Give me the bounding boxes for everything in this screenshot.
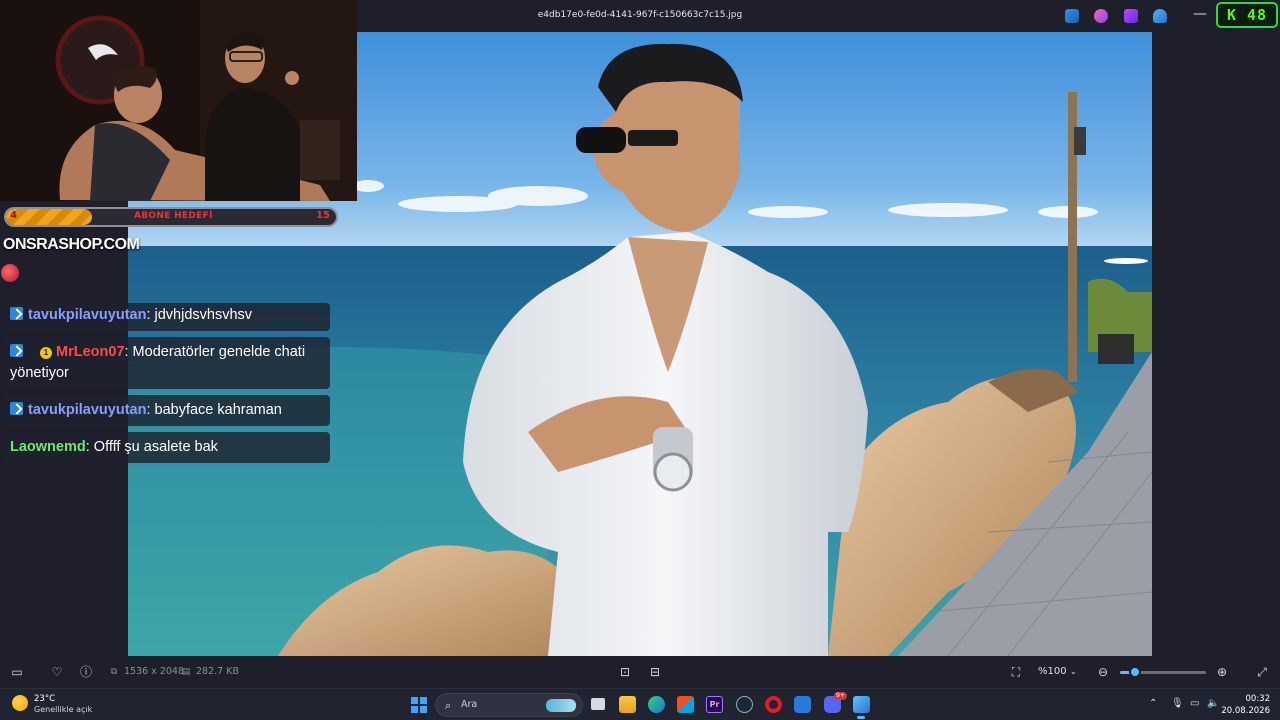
- zoom-level: %100: [1038, 666, 1067, 677]
- chat-username: Laownemd: [10, 439, 86, 455]
- edge-browser-icon[interactable]: [648, 696, 665, 713]
- chat-username: tavukpilavuyutan: [28, 402, 147, 418]
- viewer-toolbar: ▭ ♡ ⓘ ⧉ 1536 x 2048 ▤ 282.7 KB ⊡ ⊟ ⛶ %10…: [0, 656, 1280, 688]
- windows-logo-tile: [411, 706, 418, 713]
- heart-emote-icon: [1, 264, 19, 282]
- kick-icon: [10, 344, 23, 357]
- sub-goal-bar: 4 ABONE HEDEFİ 15: [4, 207, 338, 227]
- search-placeholder: Ara: [461, 699, 478, 710]
- chat-message: Laownemd: Offff şu asalete bak: [4, 432, 330, 463]
- shop-banner: ONSRASHOP.COM: [3, 236, 140, 253]
- store-icon[interactable]: [677, 696, 694, 713]
- start-button[interactable]: [411, 697, 427, 713]
- display-icon[interactable]: ▭: [1190, 698, 1199, 710]
- steam-icon[interactable]: [736, 696, 753, 713]
- pin-icon[interactable]: [1065, 9, 1079, 23]
- video-editor-icon[interactable]: [1124, 9, 1138, 23]
- clock-date[interactable]: 20.08.2026: [1210, 706, 1270, 716]
- photos-app-icon[interactable]: [853, 696, 870, 713]
- weather-description[interactable]: Genellikle açık: [34, 705, 92, 714]
- chat-text: : Offff şu asalete bak: [85, 439, 218, 455]
- file-explorer-icon[interactable]: [619, 696, 636, 713]
- chat-text: : Moderatörler genelde chati yönetiyor: [10, 344, 306, 381]
- favorite-icon[interactable]: ♡: [50, 665, 64, 679]
- fullscreen-icon[interactable]: ⤢: [1255, 665, 1269, 679]
- search-highlight-icon: [546, 699, 576, 712]
- filmstrip-icon[interactable]: ▭: [10, 665, 24, 679]
- file-size: 282.7 KB: [196, 666, 239, 677]
- microphone-icon[interactable]: 🎙: [1171, 698, 1184, 710]
- kick-icon: [10, 307, 23, 320]
- zoom-level-dropdown[interactable]: %100 ⌄: [1030, 662, 1086, 682]
- webcam-overlay: [0, 0, 357, 201]
- chat-message: tavukpilavuyutan: jdvhjdsvhsvhsv: [4, 303, 330, 331]
- chat-username: tavukpilavuyutan: [28, 307, 147, 323]
- clock-time[interactable]: 00:32: [1220, 694, 1271, 704]
- dimensions-icon: ⧉: [110, 667, 118, 677]
- sub-goal-label: ABONE HEDEFİ: [134, 211, 213, 221]
- window-title: e4db17e0-fe0d-4141-967f-c150663c7c15.jpg: [537, 10, 743, 20]
- discord-notification-badge: 9+: [834, 692, 847, 700]
- chevron-up-icon[interactable]: ⌃: [1149, 698, 1157, 710]
- windows-logo-tile: [420, 697, 427, 704]
- chat-message: 1 MrLeon07: Moderatörler genelde chati yö…: [4, 337, 330, 389]
- sub-goal-start: 4: [10, 210, 17, 221]
- kick-viewer-badge: K 48: [1216, 2, 1278, 28]
- zoom-slider[interactable]: [1120, 666, 1206, 678]
- cloud-icon[interactable]: [1153, 9, 1167, 23]
- info-icon[interactable]: ⓘ: [79, 665, 93, 679]
- chat-message: tavukpilavuyutan: babyface kahraman: [4, 395, 330, 426]
- chat-text: : jdvhjdsvhsvhsv: [146, 307, 253, 323]
- kick-icon: [10, 402, 23, 415]
- file-size-icon: ▤: [181, 667, 191, 677]
- weather-sun-icon[interactable]: [12, 695, 28, 711]
- opera-icon[interactable]: [765, 696, 782, 713]
- taskbar-search[interactable]: ⌕ Ara: [435, 693, 583, 717]
- chevron-down-icon: ⌄: [1070, 667, 1077, 676]
- fit-to-window-icon[interactable]: ⛶: [1009, 665, 1023, 679]
- text-extract-icon[interactable]: ⊟: [648, 665, 662, 679]
- zoom-in-icon[interactable]: ⊕: [1215, 665, 1229, 679]
- visual-search-icon[interactable]: ⊡: [618, 665, 632, 679]
- active-app-indicator: [857, 716, 865, 719]
- windows-logo-tile: [411, 697, 418, 704]
- taskbar: 23°C Genellikle açık ⌕ Ara Pr 9+ ⌃ 🎙 ▭ 🔈…: [0, 688, 1280, 720]
- screen: e4db17e0-fe0d-4141-967f-c150663c7c15.jpg…: [0, 0, 1280, 720]
- webcam-illustration: [0, 0, 357, 201]
- search-icon: ⌕: [445, 699, 452, 712]
- windows-logo-tile: [420, 706, 427, 713]
- image-dimensions: 1536 x 2048: [124, 666, 185, 677]
- app-grid-icon[interactable]: [794, 696, 811, 713]
- zoom-slider-thumb[interactable]: [1128, 666, 1141, 678]
- chat-text: : babyface kahraman: [146, 402, 282, 418]
- sub-badge-icon: 1: [40, 347, 52, 359]
- minimize-button[interactable]: —: [1190, 7, 1210, 24]
- premiere-icon[interactable]: Pr: [706, 696, 723, 713]
- weather-temperature[interactable]: 23°C: [34, 694, 55, 704]
- task-view-icon[interactable]: [591, 698, 605, 710]
- sub-goal-target: 15: [316, 210, 330, 221]
- zoom-out-icon[interactable]: ⊖: [1096, 665, 1110, 679]
- sub-goal-progress: [6, 209, 92, 225]
- chat-username: MrLeon07: [56, 344, 125, 360]
- paint-icon[interactable]: [1094, 9, 1108, 23]
